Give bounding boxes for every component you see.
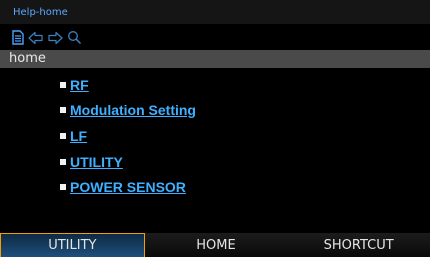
list-item: UTILITY <box>60 149 196 175</box>
back-arrow-icon[interactable] <box>27 27 44 48</box>
search-icon[interactable] <box>67 27 82 48</box>
link-rf[interactable]: RF <box>70 77 89 93</box>
document-icon[interactable] <box>12 27 24 48</box>
softkey-bar: UTILITY HOME SHORTCUT <box>0 233 430 257</box>
list-item: RF <box>60 72 196 98</box>
softkey-shortcut[interactable]: SHORTCUT <box>287 233 430 257</box>
path-bar: home <box>0 50 430 68</box>
bullet-icon <box>60 81 66 88</box>
window-title: Help-home <box>13 6 68 18</box>
bullet-icon <box>60 158 66 165</box>
list-item: POWER SENSOR <box>60 174 196 200</box>
list-item: LF <box>60 123 196 149</box>
link-power-sensor[interactable]: POWER SENSOR <box>70 179 186 195</box>
help-toolbar <box>0 27 430 48</box>
link-modulation-setting[interactable]: Modulation Setting <box>70 102 196 118</box>
forward-arrow-icon[interactable] <box>47 27 64 48</box>
path-label: home <box>9 51 46 66</box>
bullet-icon <box>60 107 66 114</box>
window-title-bar: Help-home <box>0 0 430 24</box>
bullet-icon <box>60 132 66 139</box>
list-item: Modulation Setting <box>60 98 196 124</box>
softkey-utility[interactable]: UTILITY <box>0 233 145 257</box>
bullet-icon <box>60 184 66 191</box>
softkey-home[interactable]: HOME <box>144 233 288 257</box>
link-lf[interactable]: LF <box>70 128 87 144</box>
help-topic-list: RF Modulation Setting LF UTILITY POWER S… <box>60 72 196 200</box>
link-utility[interactable]: UTILITY <box>70 154 123 170</box>
